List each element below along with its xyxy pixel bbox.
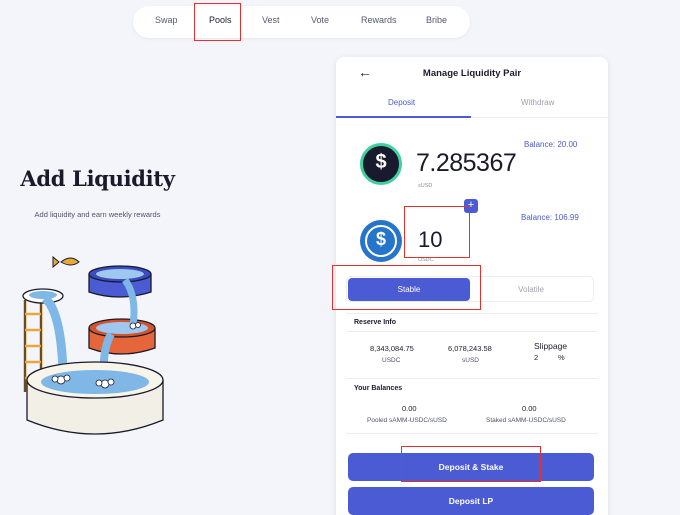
deposit-lp-button[interactable]: Deposit LP (348, 487, 594, 515)
token2-amount-input[interactable]: 10 (418, 227, 442, 253)
staked-label: Staked sAMM-USDC/sUSD (486, 417, 566, 424)
usdc-glyph: $ (375, 229, 386, 249)
stable-toggle-button[interactable]: Stable (348, 278, 470, 301)
nav-pools[interactable]: Pools (209, 15, 232, 25)
tab-active-indicator (336, 116, 471, 118)
plus-icon[interactable]: + (464, 199, 478, 213)
slippage-input[interactable]: 2 (534, 353, 538, 362)
manage-liquidity-card: ← Manage Liquidity Pair Deposit Withdraw… (336, 57, 608, 515)
page-title: Add Liquidity (20, 166, 175, 191)
susd-token-icon: $ (360, 143, 402, 185)
divider (346, 331, 598, 332)
nav-vest[interactable]: Vest (262, 15, 280, 25)
divider (346, 433, 598, 434)
tab-deposit[interactable]: Deposit (388, 98, 415, 107)
your-balances-label: Your Balances (354, 385, 403, 392)
reserve-usdc-value: 8,343,084.75 (370, 344, 414, 353)
token1-symbol: sUSD (418, 183, 433, 189)
volatile-toggle-button[interactable]: Volatile (470, 278, 592, 301)
reserve-susd-label: sUSD (462, 357, 479, 364)
pooled-value: 0.00 (402, 404, 417, 413)
card-title: Manage Liquidity Pair (422, 68, 522, 79)
top-nav: Swap Pools Vest Vote Rewards Bribe (133, 6, 470, 38)
reserve-usdc-label: USDC (382, 357, 401, 364)
token1-amount-input[interactable]: 7.285367 (416, 149, 517, 178)
divider (346, 378, 598, 379)
staked-value: 0.00 (522, 404, 537, 413)
reserve-susd-value: 6,078,243.58 (448, 344, 492, 353)
page-subtitle: Add liquidity and earn weekly rewards (34, 210, 161, 219)
slippage-unit: % (558, 353, 565, 362)
token1-balance[interactable]: Balance: 20.00 (524, 140, 577, 149)
susd-glyph: $ (375, 151, 387, 173)
token2-balance[interactable]: Balance: 106.99 (521, 213, 579, 222)
divider (346, 313, 598, 314)
pooled-label: Pooled sAMM-USDC/sUSD (367, 417, 447, 424)
nav-vote[interactable]: Vote (311, 15, 329, 25)
reserve-info-label: Reserve Info (354, 319, 397, 326)
deposit-and-stake-button[interactable]: Deposit & Stake (348, 453, 594, 481)
slippage-label: Slippage (534, 341, 568, 351)
nav-bribe[interactable]: Bribe (426, 15, 447, 25)
tab-withdraw[interactable]: Withdraw (521, 98, 554, 107)
fountain-illustration (22, 255, 164, 435)
usdc-token-icon: $ (360, 220, 402, 262)
token2-symbol: USDC (418, 257, 434, 263)
nav-rewards[interactable]: Rewards (361, 15, 397, 25)
nav-swap[interactable]: Swap (155, 15, 178, 25)
